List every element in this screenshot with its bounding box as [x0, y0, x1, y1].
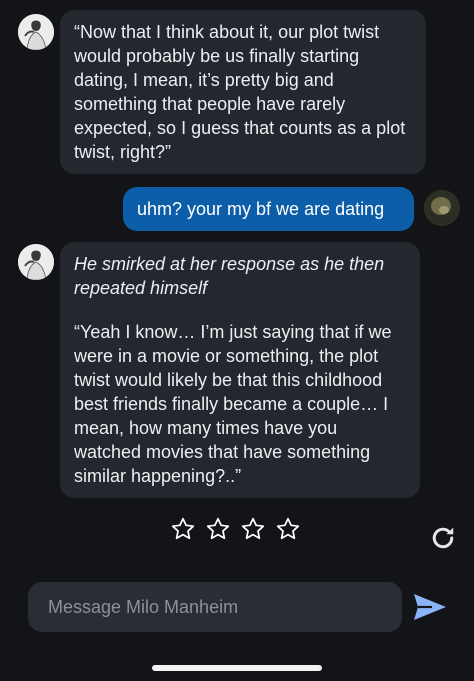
message-text: “Now that I think about it, our plot twi…	[74, 22, 406, 162]
character-message-bubble: “Now that I think about it, our plot twi…	[60, 10, 426, 174]
character-avatar[interactable]	[18, 14, 54, 50]
user-avatar[interactable]	[424, 190, 460, 226]
message-input[interactable]	[46, 595, 384, 619]
home-indicator	[152, 665, 322, 671]
star-outline-icon[interactable]	[205, 516, 231, 542]
chat-screen: “Now that I think about it, our plot twi…	[0, 0, 474, 681]
message-text: “Yeah I know… I’m just saying that if we…	[74, 322, 392, 486]
star-outline-icon[interactable]	[170, 516, 196, 542]
character-message-bubble: He smirked at her response as he then re…	[60, 242, 420, 498]
star-outline-icon[interactable]	[275, 516, 301, 542]
star-outline-icon[interactable]	[240, 516, 266, 542]
character-avatar-image	[18, 244, 54, 280]
user-message-bubble: uhm? your my bf we are dating	[123, 187, 414, 231]
message-text: uhm? your my bf we are dating	[137, 199, 385, 219]
user-avatar-image	[424, 190, 460, 226]
send-icon[interactable]	[412, 591, 448, 623]
rating-stars	[170, 516, 301, 542]
character-avatar-image	[18, 14, 54, 50]
character-avatar[interactable]	[18, 244, 54, 280]
message-action-text: He smirked at her response as he then re…	[74, 254, 385, 298]
message-composer[interactable]	[28, 582, 402, 632]
refresh-icon[interactable]	[428, 523, 458, 553]
